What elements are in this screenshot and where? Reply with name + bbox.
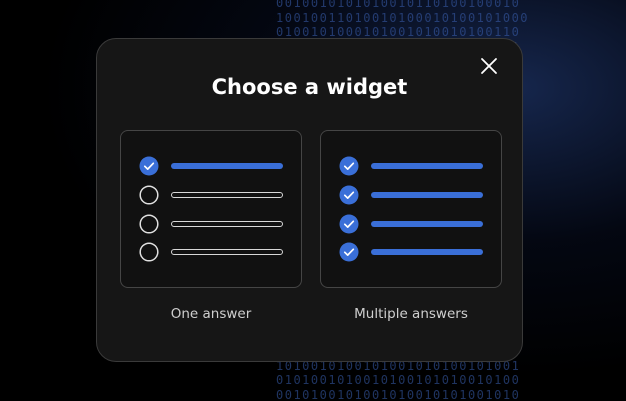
- app-backdrop: 0010010101010010110100100010 100100110100…: [0, 0, 626, 401]
- choose-widget-dialog: Choose a widget One answer Multiple answ…: [96, 38, 523, 362]
- preview-row: [339, 185, 485, 205]
- placeholder-line: [371, 249, 483, 255]
- placeholder-line: [171, 249, 283, 255]
- close-button[interactable]: [480, 57, 498, 75]
- option-preview-card: [120, 130, 302, 288]
- option-multiple-answers[interactable]: Multiple answers: [320, 130, 502, 330]
- empty-circle-icon: [139, 185, 159, 205]
- placeholder-line: [371, 192, 483, 198]
- dialog-title: Choose a widget: [211, 75, 408, 99]
- option-label: Multiple answers: [354, 306, 468, 322]
- placeholder-line: [171, 221, 283, 227]
- preview-row: [339, 156, 485, 176]
- preview-row: [139, 185, 285, 205]
- empty-circle-icon: [139, 214, 159, 234]
- option-label: One answer: [170, 306, 252, 322]
- empty-circle-icon: [139, 242, 159, 262]
- placeholder-line: [371, 163, 483, 169]
- check-circle-icon: [339, 185, 359, 205]
- preview-row: [139, 242, 285, 262]
- check-circle-icon: [339, 156, 359, 176]
- preview-row: [139, 214, 285, 234]
- check-circle-icon: [339, 214, 359, 234]
- preview-row: [339, 242, 485, 262]
- binary-row: 0101001010010100101010010100: [276, 373, 521, 387]
- preview-row: [339, 214, 485, 234]
- placeholder-line: [371, 221, 483, 227]
- binary-row: 0010010101010010110100100010: [276, 0, 521, 10]
- option-one-answer[interactable]: One answer: [120, 130, 302, 330]
- binary-row: 10010011010010100010100101000: [276, 10, 530, 25]
- check-circle-icon: [139, 156, 159, 176]
- option-preview-card: [320, 130, 502, 288]
- placeholder-line: [171, 192, 283, 198]
- check-circle-icon: [339, 242, 359, 262]
- placeholder-line: [171, 163, 283, 169]
- close-icon: [481, 58, 497, 74]
- binary-row: 0010100101001010010101001010: [276, 387, 521, 401]
- preview-row: [139, 156, 285, 176]
- widget-options: One answer Multiple answers: [120, 130, 502, 330]
